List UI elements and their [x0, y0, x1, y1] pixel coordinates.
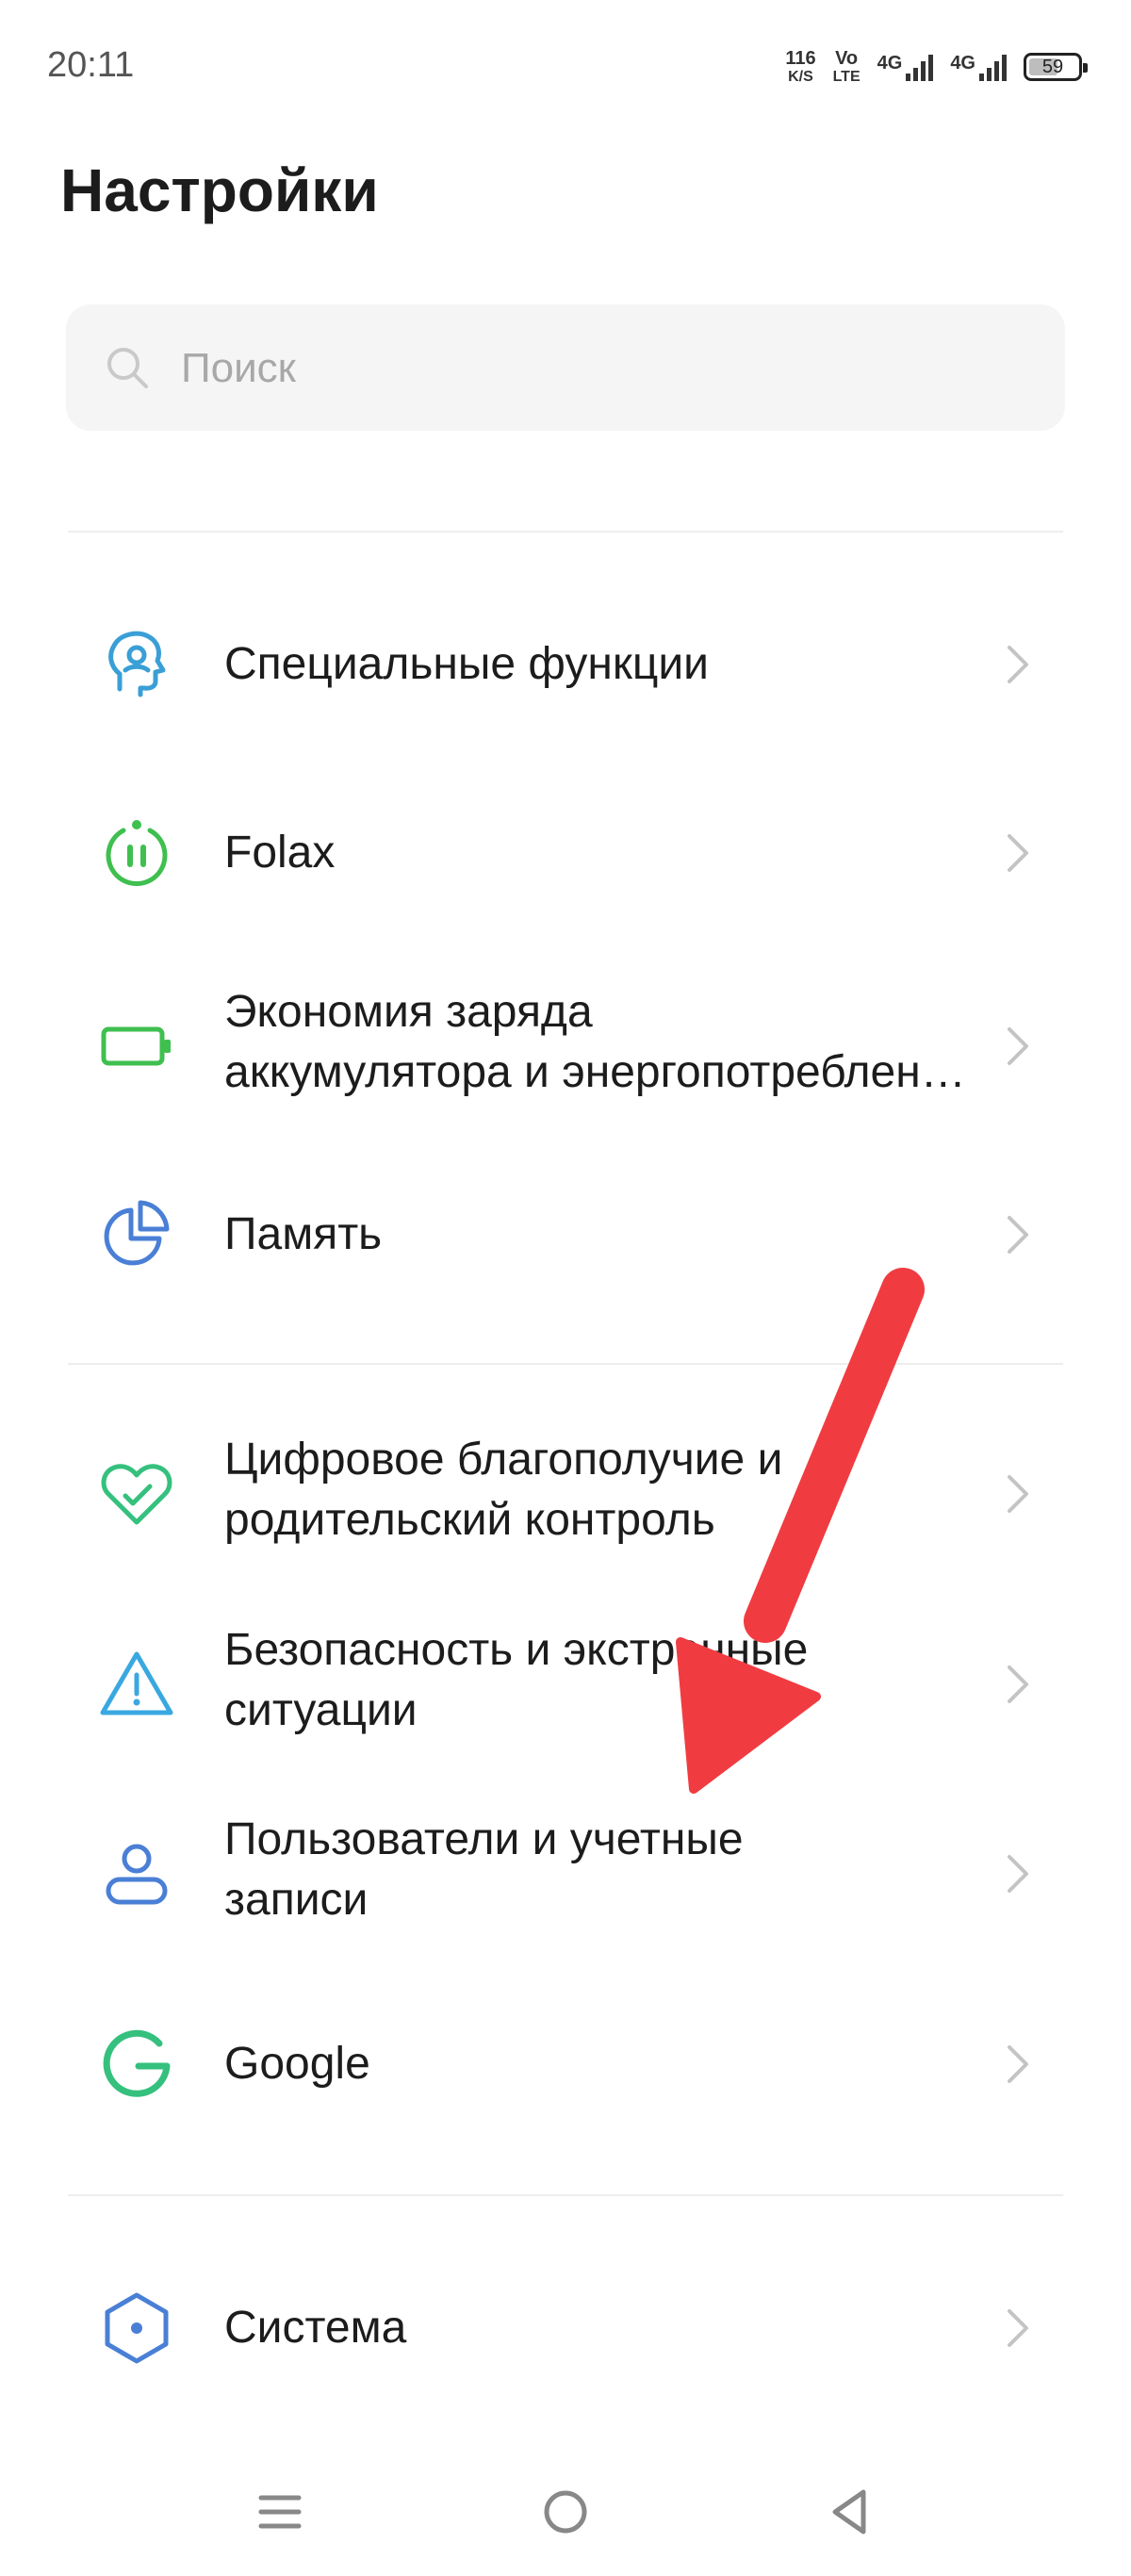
chevron-right-icon	[1008, 2045, 1028, 2083]
settings-item-battery[interactable]: Экономия заряда аккумулятора и энергопот…	[0, 961, 1131, 1131]
settings-item-system[interactable]: Система	[0, 2248, 1131, 2408]
settings-item-folax[interactable]: Folax	[0, 773, 1131, 933]
volte-indicator: Vo LTE	[832, 48, 861, 85]
battery-icon: 59	[1024, 53, 1088, 81]
network-speed: 116 K/S	[785, 48, 816, 85]
chevron-right-icon	[1008, 1027, 1028, 1065]
status-bar: 20:11 116 K/S Vo LTE 4G 4G 59	[0, 0, 1131, 132]
chevron-right-icon	[1008, 1475, 1028, 1513]
heart-icon	[101, 1464, 172, 1525]
battery-level: 59	[1041, 56, 1064, 77]
settings-item-label: Специальные функции	[224, 639, 709, 689]
divider	[68, 2194, 1063, 2196]
settings-item-label: Folax	[224, 828, 336, 878]
signal-2-icon: 4G	[950, 53, 1007, 81]
search-input[interactable]	[179, 304, 1031, 433]
chevron-right-icon	[1008, 646, 1028, 683]
divider	[68, 531, 1063, 533]
back-icon[interactable]	[816, 2479, 882, 2545]
status-icons: 116 K/S Vo LTE 4G 4G 59	[785, 45, 1088, 89]
settings-item-label: Система	[224, 2303, 407, 2353]
accessibility-icon	[108, 631, 166, 697]
navigation-bar	[0, 2451, 1131, 2576]
settings-item-label: Экономия заряда аккумулятора и энергопот…	[224, 987, 969, 1097]
warning-icon	[100, 1651, 173, 1715]
status-time: 20:11	[47, 45, 135, 85]
settings-item-label: Безопасность и экстренные ситуации	[224, 1625, 809, 1735]
google-icon	[103, 2029, 171, 2097]
battery-icon	[101, 1026, 171, 1066]
settings-item-google[interactable]: Google	[0, 1984, 1131, 2144]
settings-item-label: Пользователи и учетные записи	[224, 1814, 744, 1925]
chevron-right-icon	[1008, 2309, 1028, 2347]
folax-icon	[106, 820, 168, 886]
menu-icon[interactable]	[247, 2479, 313, 2545]
user-icon	[106, 1844, 168, 1905]
settings-item-safety[interactable]: Безопасность и экстренные ситуации	[0, 1600, 1131, 1769]
chevron-right-icon	[1008, 834, 1028, 872]
settings-item-digital-wellbeing[interactable]: Цифровое благополучие и родительский кон…	[0, 1409, 1131, 1579]
storage-pie-icon	[104, 1200, 170, 1266]
search-icon	[107, 348, 148, 388]
home-icon[interactable]	[533, 2479, 598, 2545]
settings-item-label: Память	[224, 1209, 383, 1259]
settings-item-label: Цифровое благополучие и родительский кон…	[224, 1435, 783, 1545]
page-title: Настройки	[60, 156, 379, 224]
settings-item-storage[interactable]: Память	[0, 1155, 1131, 1315]
chevron-right-icon	[1008, 1855, 1028, 1893]
signal-1-icon: 4G	[877, 53, 934, 81]
divider	[68, 1363, 1063, 1365]
hexagon-icon	[105, 2292, 169, 2364]
search-bar[interactable]	[66, 304, 1065, 433]
settings-item-accessibility[interactable]: Специальные функции	[0, 584, 1131, 745]
settings-item-label: Google	[224, 2039, 370, 2089]
chevron-right-icon	[1008, 1216, 1028, 1254]
settings-item-users-accounts[interactable]: Пользователи и учетные записи	[0, 1789, 1131, 1959]
chevron-right-icon	[1008, 1665, 1028, 1703]
